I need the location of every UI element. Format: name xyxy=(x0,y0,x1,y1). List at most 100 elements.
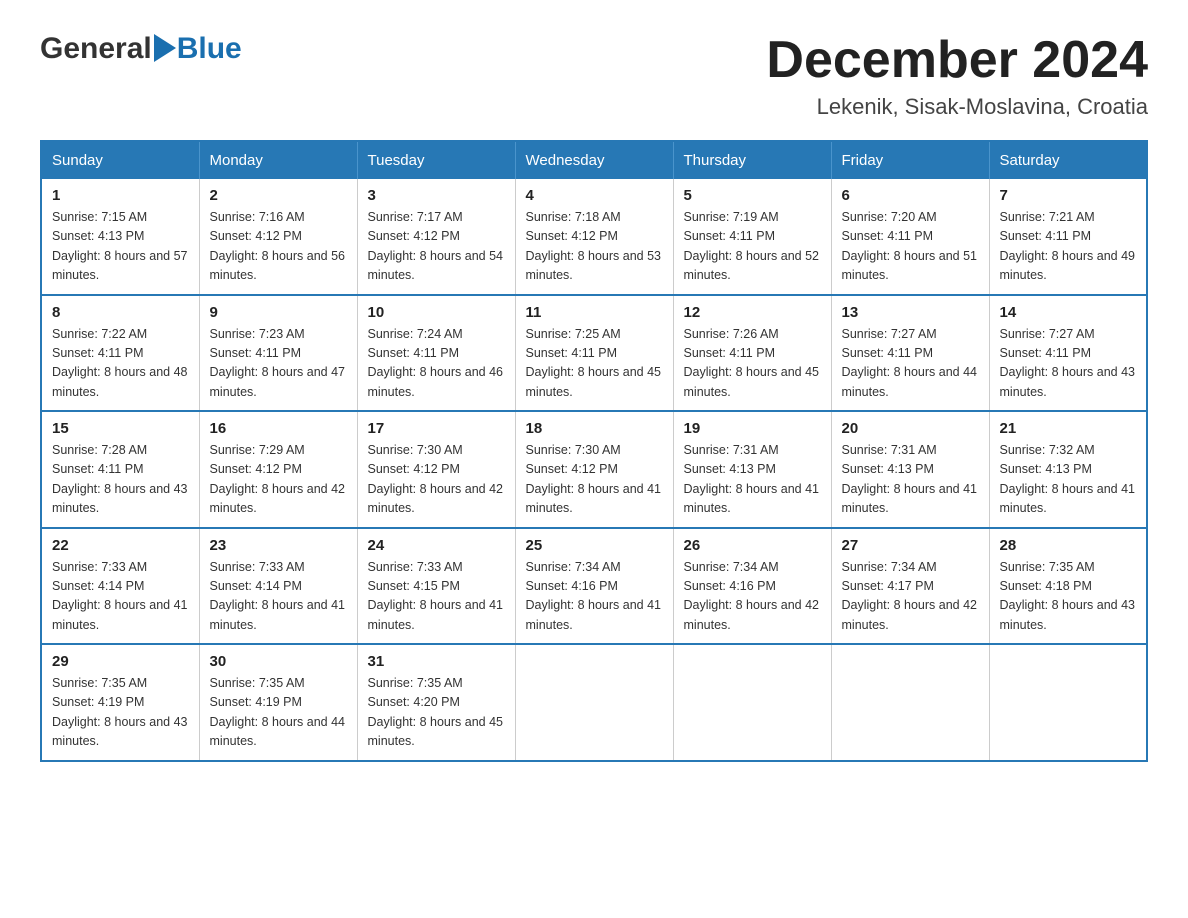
calendar-cell: 14 Sunrise: 7:27 AM Sunset: 4:11 PM Dayl… xyxy=(989,295,1147,412)
day-info: Sunrise: 7:27 AM Sunset: 4:11 PM Dayligh… xyxy=(1000,325,1137,403)
calendar-cell: 4 Sunrise: 7:18 AM Sunset: 4:12 PM Dayli… xyxy=(515,179,673,295)
day-info: Sunrise: 7:26 AM Sunset: 4:11 PM Dayligh… xyxy=(684,325,821,403)
page-title: December 2024 xyxy=(766,30,1148,90)
calendar-header-friday: Friday xyxy=(831,141,989,179)
calendar-cell: 24 Sunrise: 7:33 AM Sunset: 4:15 PM Dayl… xyxy=(357,528,515,645)
day-number: 25 xyxy=(526,537,663,554)
day-info: Sunrise: 7:33 AM Sunset: 4:14 PM Dayligh… xyxy=(210,558,347,636)
calendar-header-tuesday: Tuesday xyxy=(357,141,515,179)
day-number: 14 xyxy=(1000,304,1137,321)
day-info: Sunrise: 7:16 AM Sunset: 4:12 PM Dayligh… xyxy=(210,208,347,286)
calendar-cell: 18 Sunrise: 7:30 AM Sunset: 4:12 PM Dayl… xyxy=(515,411,673,528)
day-info: Sunrise: 7:32 AM Sunset: 4:13 PM Dayligh… xyxy=(1000,441,1137,519)
calendar-cell: 11 Sunrise: 7:25 AM Sunset: 4:11 PM Dayl… xyxy=(515,295,673,412)
logo-area: General Blue xyxy=(40,30,242,66)
calendar-table: SundayMondayTuesdayWednesdayThursdayFrid… xyxy=(40,140,1148,762)
day-number: 11 xyxy=(526,304,663,321)
calendar-cell: 28 Sunrise: 7:35 AM Sunset: 4:18 PM Dayl… xyxy=(989,528,1147,645)
calendar-cell: 30 Sunrise: 7:35 AM Sunset: 4:19 PM Dayl… xyxy=(199,644,357,761)
calendar-header-row: SundayMondayTuesdayWednesdayThursdayFrid… xyxy=(41,141,1147,179)
day-info: Sunrise: 7:33 AM Sunset: 4:14 PM Dayligh… xyxy=(52,558,189,636)
day-number: 28 xyxy=(1000,537,1137,554)
day-info: Sunrise: 7:35 AM Sunset: 4:19 PM Dayligh… xyxy=(210,674,347,752)
day-number: 22 xyxy=(52,537,189,554)
day-info: Sunrise: 7:31 AM Sunset: 4:13 PM Dayligh… xyxy=(684,441,821,519)
calendar-cell: 19 Sunrise: 7:31 AM Sunset: 4:13 PM Dayl… xyxy=(673,411,831,528)
calendar-week-row: 29 Sunrise: 7:35 AM Sunset: 4:19 PM Dayl… xyxy=(41,644,1147,761)
day-info: Sunrise: 7:35 AM Sunset: 4:19 PM Dayligh… xyxy=(52,674,189,752)
day-number: 18 xyxy=(526,420,663,437)
day-number: 3 xyxy=(368,187,505,204)
calendar-cell: 3 Sunrise: 7:17 AM Sunset: 4:12 PM Dayli… xyxy=(357,179,515,295)
calendar-header-saturday: Saturday xyxy=(989,141,1147,179)
calendar-cell xyxy=(673,644,831,761)
calendar-cell: 27 Sunrise: 7:34 AM Sunset: 4:17 PM Dayl… xyxy=(831,528,989,645)
day-number: 24 xyxy=(368,537,505,554)
day-info: Sunrise: 7:34 AM Sunset: 4:17 PM Dayligh… xyxy=(842,558,979,636)
day-number: 12 xyxy=(684,304,821,321)
calendar-cell: 26 Sunrise: 7:34 AM Sunset: 4:16 PM Dayl… xyxy=(673,528,831,645)
calendar-cell: 1 Sunrise: 7:15 AM Sunset: 4:13 PM Dayli… xyxy=(41,179,199,295)
day-number: 29 xyxy=(52,653,189,670)
page-subtitle: Lekenik, Sisak-Moslavina, Croatia xyxy=(766,94,1148,120)
calendar-header-thursday: Thursday xyxy=(673,141,831,179)
calendar-week-row: 8 Sunrise: 7:22 AM Sunset: 4:11 PM Dayli… xyxy=(41,295,1147,412)
logo-arrow-icon xyxy=(154,30,176,66)
calendar-cell: 2 Sunrise: 7:16 AM Sunset: 4:12 PM Dayli… xyxy=(199,179,357,295)
logo-general-text: General xyxy=(40,32,152,66)
calendar-cell: 16 Sunrise: 7:29 AM Sunset: 4:12 PM Dayl… xyxy=(199,411,357,528)
calendar-cell: 8 Sunrise: 7:22 AM Sunset: 4:11 PM Dayli… xyxy=(41,295,199,412)
calendar-cell: 5 Sunrise: 7:19 AM Sunset: 4:11 PM Dayli… xyxy=(673,179,831,295)
day-number: 4 xyxy=(526,187,663,204)
day-number: 7 xyxy=(1000,187,1137,204)
calendar-cell xyxy=(831,644,989,761)
logo: General Blue xyxy=(40,30,242,66)
calendar-cell: 31 Sunrise: 7:35 AM Sunset: 4:20 PM Dayl… xyxy=(357,644,515,761)
day-info: Sunrise: 7:34 AM Sunset: 4:16 PM Dayligh… xyxy=(526,558,663,636)
calendar-cell: 6 Sunrise: 7:20 AM Sunset: 4:11 PM Dayli… xyxy=(831,179,989,295)
day-number: 2 xyxy=(210,187,347,204)
day-info: Sunrise: 7:18 AM Sunset: 4:12 PM Dayligh… xyxy=(526,208,663,286)
day-number: 6 xyxy=(842,187,979,204)
calendar-cell: 15 Sunrise: 7:28 AM Sunset: 4:11 PM Dayl… xyxy=(41,411,199,528)
day-info: Sunrise: 7:27 AM Sunset: 4:11 PM Dayligh… xyxy=(842,325,979,403)
day-number: 1 xyxy=(52,187,189,204)
day-info: Sunrise: 7:30 AM Sunset: 4:12 PM Dayligh… xyxy=(368,441,505,519)
calendar-cell: 23 Sunrise: 7:33 AM Sunset: 4:14 PM Dayl… xyxy=(199,528,357,645)
day-info: Sunrise: 7:24 AM Sunset: 4:11 PM Dayligh… xyxy=(368,325,505,403)
day-info: Sunrise: 7:25 AM Sunset: 4:11 PM Dayligh… xyxy=(526,325,663,403)
day-number: 15 xyxy=(52,420,189,437)
calendar-cell xyxy=(989,644,1147,761)
day-number: 19 xyxy=(684,420,821,437)
calendar-cell: 25 Sunrise: 7:34 AM Sunset: 4:16 PM Dayl… xyxy=(515,528,673,645)
day-number: 31 xyxy=(368,653,505,670)
calendar-cell: 17 Sunrise: 7:30 AM Sunset: 4:12 PM Dayl… xyxy=(357,411,515,528)
day-number: 13 xyxy=(842,304,979,321)
day-number: 23 xyxy=(210,537,347,554)
day-info: Sunrise: 7:35 AM Sunset: 4:20 PM Dayligh… xyxy=(368,674,505,752)
calendar-header-wednesday: Wednesday xyxy=(515,141,673,179)
day-number: 10 xyxy=(368,304,505,321)
day-info: Sunrise: 7:23 AM Sunset: 4:11 PM Dayligh… xyxy=(210,325,347,403)
calendar-cell: 20 Sunrise: 7:31 AM Sunset: 4:13 PM Dayl… xyxy=(831,411,989,528)
day-info: Sunrise: 7:29 AM Sunset: 4:12 PM Dayligh… xyxy=(210,441,347,519)
day-info: Sunrise: 7:17 AM Sunset: 4:12 PM Dayligh… xyxy=(368,208,505,286)
day-number: 17 xyxy=(368,420,505,437)
title-area: December 2024 Lekenik, Sisak-Moslavina, … xyxy=(766,30,1148,120)
day-info: Sunrise: 7:15 AM Sunset: 4:13 PM Dayligh… xyxy=(52,208,189,286)
day-number: 27 xyxy=(842,537,979,554)
day-info: Sunrise: 7:33 AM Sunset: 4:15 PM Dayligh… xyxy=(368,558,505,636)
calendar-cell: 7 Sunrise: 7:21 AM Sunset: 4:11 PM Dayli… xyxy=(989,179,1147,295)
calendar-cell: 29 Sunrise: 7:35 AM Sunset: 4:19 PM Dayl… xyxy=(41,644,199,761)
day-info: Sunrise: 7:22 AM Sunset: 4:11 PM Dayligh… xyxy=(52,325,189,403)
day-number: 8 xyxy=(52,304,189,321)
day-info: Sunrise: 7:19 AM Sunset: 4:11 PM Dayligh… xyxy=(684,208,821,286)
calendar-week-row: 1 Sunrise: 7:15 AM Sunset: 4:13 PM Dayli… xyxy=(41,179,1147,295)
day-info: Sunrise: 7:20 AM Sunset: 4:11 PM Dayligh… xyxy=(842,208,979,286)
page-header: General Blue December 2024 Lekenik, Sisa… xyxy=(40,30,1148,120)
day-number: 21 xyxy=(1000,420,1137,437)
calendar-header-sunday: Sunday xyxy=(41,141,199,179)
calendar-cell: 9 Sunrise: 7:23 AM Sunset: 4:11 PM Dayli… xyxy=(199,295,357,412)
calendar-cell: 12 Sunrise: 7:26 AM Sunset: 4:11 PM Dayl… xyxy=(673,295,831,412)
calendar-cell: 22 Sunrise: 7:33 AM Sunset: 4:14 PM Dayl… xyxy=(41,528,199,645)
